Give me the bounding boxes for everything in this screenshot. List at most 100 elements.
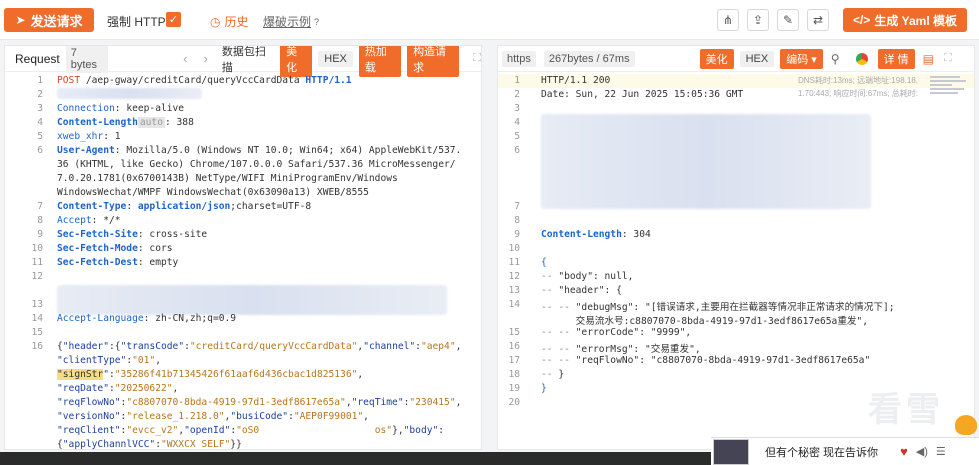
code-line: Sec-Fetch-Mode: cors [57,243,173,254]
history-button[interactable]: ◷ 历史 [210,13,249,30]
code-line: "signStr":"35286f41b71345426f61aaf6d436c… [57,369,364,380]
code-line: Sec-Fetch-Site: cross-site [57,229,208,240]
request-pane: Request 7 bytes ‹ › 数据包扫描 美化 HEX 热加载 构造请… [4,45,482,450]
send-request-button[interactable]: ➤ 发送请求 [4,8,94,32]
force-https-label: 强制 HTTPS [107,15,174,29]
music-notification[interactable]: 但有个秘密 现在告诉你 ♥ ◀) ☰ [711,437,979,465]
code-line: -- } [541,369,565,380]
line-number: 16 [31,341,43,352]
beautify-button[interactable]: 美化 [280,46,313,77]
search-icon[interactable]: ⚲ [831,52,840,66]
response-pane: https 267bytes / 67ms 美化 HEX 编码 ▾ ⚲ 详 情 … [497,45,975,450]
code-line: { [541,257,547,268]
chrome-icon[interactable] [855,52,868,65]
code-line: "clientType":"01", [57,355,161,366]
code-line: -- -- "reqFlowNo": "c8807070-8bda-4919-9… [541,355,871,366]
line-number: 14 [31,313,43,324]
code-line: WindowsWechat/WMPF WindowsWechat(0x63090… [57,187,369,198]
code-line: Content-Length: 304 [541,229,651,240]
code-line: Content-Type: application/json;charset=U… [57,201,312,212]
code-line: Accept: */* [57,215,121,226]
fullscreen-icon[interactable]: ⛶ [473,52,481,65]
code-line: POST /aep-gway/creditCard/queryVccCardDa… [57,75,352,86]
line-number: 4 [514,117,520,128]
response-hex-button[interactable]: HEX [739,50,775,67]
clock-icon: ◷ [210,14,221,29]
code-line: {"header":{"transCode":"creditCard/query… [57,341,462,352]
line-number: 5 [514,131,520,142]
code-line: -- "header": { [541,285,622,296]
heart-icon[interactable]: ♥ [900,444,908,459]
edit-icon[interactable]: ✎ [777,9,799,31]
send-icon: ➤ [15,13,26,27]
line-number: 17 [508,355,520,366]
line-number: 11 [31,257,43,268]
line-number: 2 [37,89,43,100]
prev-arrow-icon[interactable]: ‹ [183,51,187,66]
packet-scan-button[interactable]: 数据包扫描 [222,46,272,75]
toolbar-icon-group: ⋔ ⇪ ✎ ⇄ [717,9,829,31]
response-beautify-button[interactable]: 美化 [699,48,734,69]
line-number: 1 [37,75,43,86]
code-line: 交易流水号:c8807070-8bda-4919-97d1-3edf8617e6… [541,316,869,327]
comment-icon[interactable]: ▤ [923,52,934,66]
help-icon: ? [314,16,320,27]
code-line: Connection: keep-alive [57,103,185,114]
line-number: 8 [514,215,520,226]
line-number: 4 [37,117,43,128]
volume-icon[interactable]: ◀) [916,445,928,458]
request-size-badge: 7 bytes [65,46,109,73]
share-icon[interactable]: ⋔ [717,9,739,31]
detail-button[interactable]: 详 情 [877,48,915,69]
line-number: 3 [37,103,43,114]
encoding-dropdown[interactable]: 编码 ▾ [780,48,823,69]
response-size-badge: 267bytes / 67ms [543,50,635,67]
code-line: -- -- "debugMsg": "[错误请求,主要用在拦截器等情况非正常请求… [541,302,895,313]
response-fullscreen-icon[interactable]: ⛶ [944,52,952,65]
line-number: 12 [31,271,43,282]
request-toolbar: Request 7 bytes ‹ › 数据包扫描 美化 HEX 热加载 构造请… [5,46,481,77]
notification-text: 但有个秘密 现在告诉你 [765,446,879,459]
menu-icon[interactable]: ☰ [936,445,946,458]
line-number: 7 [37,201,43,212]
line-number: 15 [31,327,43,338]
minimap[interactable] [930,76,968,106]
construct-request-button[interactable]: 构造请求 [407,46,460,77]
line-number: 6 [514,145,520,156]
swap-icon[interactable]: ⇄ [807,9,829,31]
response-toolbar: https 267bytes / 67ms 美化 HEX 编码 ▾ ⚲ 详 情 … [498,46,974,72]
export-icon[interactable]: ⇪ [747,9,769,31]
code-line: -- -- "errorCode": "9999", [541,327,692,338]
line-number: 10 [508,243,520,254]
next-arrow-icon[interactable]: › [203,51,207,66]
code-line: "reqDate":"20250622", [57,383,179,394]
line-number: 16 [508,341,520,352]
protocol-badge: https [502,50,536,67]
code-line: Content-Length auto: 388 [57,117,194,128]
hot-load-button[interactable]: 热加载 [358,46,402,77]
line-number: 11 [508,257,520,268]
line-number: 18 [508,369,520,380]
code-line: {"applyChannlVCC":"WXXCX_SELF"}} [57,439,242,450]
code-line: "versionNo":"release_1.218.0","busiCode"… [57,411,369,422]
code-line: "reqClient":"evcc_v2","openId":"oS0 os"}… [57,425,445,436]
line-number: 13 [508,285,520,296]
code-line: "reqFlowNo":"c8807070-8bda-4919-97d1-3ed… [57,397,462,408]
line-number: 13 [31,299,43,310]
line-number: 14 [508,299,520,310]
mascot-icon[interactable] [955,415,977,435]
line-number: 8 [37,215,43,226]
request-title: Request [15,51,60,66]
album-thumbnail [713,438,749,465]
request-editor[interactable]: 1 POST /aep-gway/creditCard/queryVccCardD… [5,74,481,449]
force-https-checkbox[interactable]: ✓ [166,12,181,27]
code-line: xweb_xhr: 1 [57,131,121,142]
blast-example-link[interactable]: 爆破示例 ? [263,13,319,30]
code-line: Accept-Language: zh-CN,zh;q=0.9 [57,313,237,324]
generate-yaml-button[interactable]: </> 生成 Yaml 模板 [843,8,967,32]
code-line: Sec-Fetch-Dest: empty [57,257,179,268]
line-number: 20 [508,397,520,408]
code-line: User-Agent: Mozilla/5.0 (Windows NT 10.0… [57,145,462,156]
line-number: 12 [508,271,520,282]
hex-button[interactable]: HEX [318,50,353,67]
